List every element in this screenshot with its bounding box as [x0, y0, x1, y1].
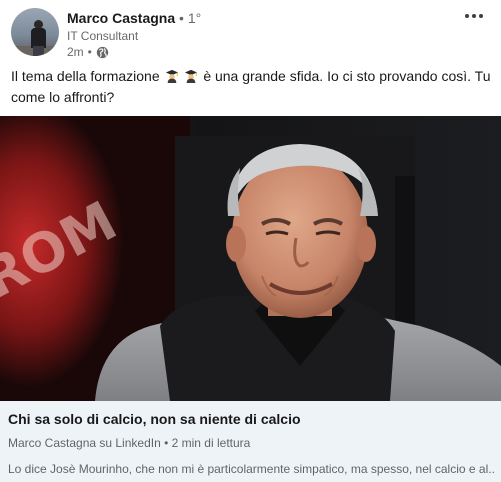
author-avatar[interactable]	[11, 8, 59, 56]
post-text-part1: Il tema della formazione	[11, 68, 160, 84]
author-name[interactable]: Marco Castagna	[67, 10, 175, 26]
post-meta: 2m •	[67, 45, 109, 59]
globe-icon	[96, 46, 109, 58]
more-dot-icon	[472, 14, 476, 18]
graduate-emoji-icon	[185, 69, 198, 83]
more-dot-icon	[465, 14, 469, 18]
article-footer[interactable]: Chi sa solo di calcio, non sa niente di …	[0, 401, 501, 482]
article-title[interactable]: Chi sa solo di calcio, non sa niente di …	[8, 411, 301, 427]
author-name-line: Marco Castagna • 1°	[67, 10, 201, 26]
article-photo: ROM	[0, 116, 501, 401]
connection-degree: • 1°	[179, 10, 202, 26]
article-meta: Marco Castagna su LinkedIn • 2 min di le…	[8, 436, 251, 450]
article-excerpt: Lo dice Josè Mourinho, che non mi è part…	[8, 462, 494, 476]
post-text: Il tema della formazione è una grande sf…	[11, 66, 491, 108]
author-headline: IT Consultant	[67, 29, 139, 43]
post-header: Marco Castagna • 1° IT Consultant 2m •	[0, 0, 501, 62]
post-timestamp: 2m	[67, 45, 84, 59]
more-dot-icon	[479, 14, 483, 18]
article-image[interactable]: ROM	[0, 116, 501, 401]
graduate-emoji-icon	[165, 69, 178, 83]
article-card[interactable]: ROM Chi sa solo di calcio, non sa niente…	[0, 116, 501, 482]
more-options-button[interactable]	[458, 4, 490, 28]
